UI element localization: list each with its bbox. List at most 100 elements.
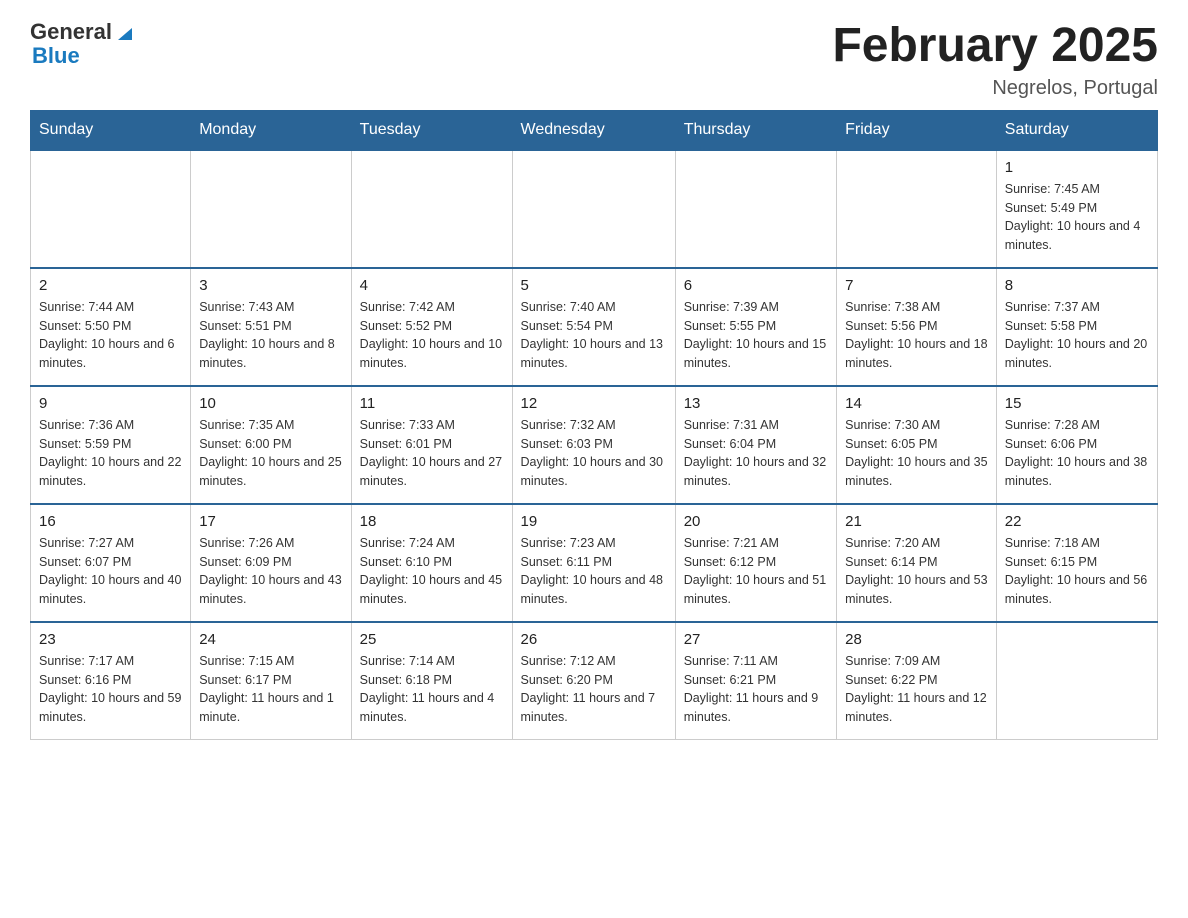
- day-info: Sunrise: 7:45 AM Sunset: 5:49 PM Dayligh…: [1005, 180, 1149, 255]
- calendar-week-1: 1 Sunrise: 7:45 AM Sunset: 5:49 PM Daylig…: [31, 150, 1158, 268]
- calendar-cell: 20Sunrise: 7:21 AM Sunset: 6:12 PM Dayli…: [675, 504, 836, 622]
- calendar-cell: [31, 150, 191, 268]
- day-info: Sunrise: 7:36 AM Sunset: 5:59 PM Dayligh…: [39, 416, 182, 491]
- day-info: Sunrise: 7:15 AM Sunset: 6:17 PM Dayligh…: [199, 652, 342, 727]
- day-number: 17: [199, 513, 342, 530]
- day-info: Sunrise: 7:14 AM Sunset: 6:18 PM Dayligh…: [360, 652, 504, 727]
- day-number: 14: [845, 395, 988, 412]
- day-number: 9: [39, 395, 182, 412]
- calendar-cell: 5 Sunrise: 7:40 AM Sunset: 5:54 PM Daylig…: [512, 268, 675, 386]
- title-area: February 2025 Negrelos, Portugal: [832, 20, 1158, 100]
- day-number: 4: [360, 277, 504, 294]
- header-day-thursday: Thursday: [675, 110, 836, 150]
- calendar-cell: 12Sunrise: 7:32 AM Sunset: 6:03 PM Dayli…: [512, 386, 675, 504]
- calendar-cell: 1 Sunrise: 7:45 AM Sunset: 5:49 PM Daylig…: [996, 150, 1157, 268]
- day-number: 7: [845, 277, 988, 294]
- calendar-cell: 26 Sunrise: 7:12 AM Sunset: 6:20 PM Dayli…: [512, 622, 675, 740]
- day-number: 1: [1005, 159, 1149, 176]
- day-info: Sunrise: 7:32 AM Sunset: 6:03 PM Dayligh…: [521, 416, 667, 491]
- calendar-cell: [191, 150, 351, 268]
- day-number: 2: [39, 277, 182, 294]
- day-info: Sunrise: 7:38 AM Sunset: 5:56 PM Dayligh…: [845, 298, 988, 373]
- day-info: Sunrise: 7:26 AM Sunset: 6:09 PM Dayligh…: [199, 534, 342, 609]
- calendar-cell: 22 Sunrise: 7:18 AM Sunset: 6:15 PM Dayli…: [996, 504, 1157, 622]
- calendar-cell: 6 Sunrise: 7:39 AM Sunset: 5:55 PM Daylig…: [675, 268, 836, 386]
- day-info: Sunrise: 7:44 AM Sunset: 5:50 PM Dayligh…: [39, 298, 182, 373]
- header-row: SundayMondayTuesdayWednesdayThursdayFrid…: [31, 110, 1158, 150]
- day-number: 5: [521, 277, 667, 294]
- header-day-saturday: Saturday: [996, 110, 1157, 150]
- calendar-week-4: 16 Sunrise: 7:27 AM Sunset: 6:07 PM Dayli…: [31, 504, 1158, 622]
- calendar-cell: 17 Sunrise: 7:26 AM Sunset: 6:09 PM Dayli…: [191, 504, 351, 622]
- calendar-cell: 10Sunrise: 7:35 AM Sunset: 6:00 PM Dayli…: [191, 386, 351, 504]
- calendar-cell: 14 Sunrise: 7:30 AM Sunset: 6:05 PM Dayli…: [837, 386, 997, 504]
- day-info: Sunrise: 7:33 AM Sunset: 6:01 PM Dayligh…: [360, 416, 504, 491]
- day-info: Sunrise: 7:18 AM Sunset: 6:15 PM Dayligh…: [1005, 534, 1149, 609]
- calendar-header: SundayMondayTuesdayWednesdayThursdayFrid…: [31, 110, 1158, 150]
- header-day-sunday: Sunday: [31, 110, 191, 150]
- calendar-cell: 27Sunrise: 7:11 AM Sunset: 6:21 PM Dayli…: [675, 622, 836, 740]
- day-number: 13: [684, 395, 828, 412]
- calendar-body: 1 Sunrise: 7:45 AM Sunset: 5:49 PM Daylig…: [31, 150, 1158, 740]
- day-info: Sunrise: 7:42 AM Sunset: 5:52 PM Dayligh…: [360, 298, 504, 373]
- day-number: 28: [845, 631, 988, 648]
- calendar-cell: 8 Sunrise: 7:37 AM Sunset: 5:58 PM Daylig…: [996, 268, 1157, 386]
- page-header: General Blue February 2025 Negrelos, Por…: [30, 20, 1158, 100]
- day-number: 8: [1005, 277, 1149, 294]
- calendar-cell: 23 Sunrise: 7:17 AM Sunset: 6:16 PM Dayli…: [31, 622, 191, 740]
- day-info: Sunrise: 7:43 AM Sunset: 5:51 PM Dayligh…: [199, 298, 342, 373]
- logo-general-text: General: [30, 20, 112, 44]
- day-number: 18: [360, 513, 504, 530]
- day-number: 15: [1005, 395, 1149, 412]
- day-info: Sunrise: 7:24 AM Sunset: 6:10 PM Dayligh…: [360, 534, 504, 609]
- logo-blue-text: Blue: [32, 44, 136, 68]
- calendar-cell: 3 Sunrise: 7:43 AM Sunset: 5:51 PM Daylig…: [191, 268, 351, 386]
- day-info: Sunrise: 7:23 AM Sunset: 6:11 PM Dayligh…: [521, 534, 667, 609]
- day-info: Sunrise: 7:39 AM Sunset: 5:55 PM Dayligh…: [684, 298, 828, 373]
- calendar-cell: 18 Sunrise: 7:24 AM Sunset: 6:10 PM Dayli…: [351, 504, 512, 622]
- day-number: 16: [39, 513, 182, 530]
- calendar-week-5: 23 Sunrise: 7:17 AM Sunset: 6:16 PM Dayli…: [31, 622, 1158, 740]
- day-number: 23: [39, 631, 182, 648]
- calendar-cell: 24Sunrise: 7:15 AM Sunset: 6:17 PM Dayli…: [191, 622, 351, 740]
- day-number: 11: [360, 395, 504, 412]
- calendar-cell: 15 Sunrise: 7:28 AM Sunset: 6:06 PM Dayli…: [996, 386, 1157, 504]
- day-info: Sunrise: 7:31 AM Sunset: 6:04 PM Dayligh…: [684, 416, 828, 491]
- calendar-cell: [675, 150, 836, 268]
- day-number: 26: [521, 631, 667, 648]
- day-number: 3: [199, 277, 342, 294]
- calendar-cell: [351, 150, 512, 268]
- day-number: 27: [684, 631, 828, 648]
- day-info: Sunrise: 7:40 AM Sunset: 5:54 PM Dayligh…: [521, 298, 667, 373]
- calendar-cell: 4 Sunrise: 7:42 AM Sunset: 5:52 PM Daylig…: [351, 268, 512, 386]
- day-info: Sunrise: 7:30 AM Sunset: 6:05 PM Dayligh…: [845, 416, 988, 491]
- day-info: Sunrise: 7:28 AM Sunset: 6:06 PM Dayligh…: [1005, 416, 1149, 491]
- day-info: Sunrise: 7:27 AM Sunset: 6:07 PM Dayligh…: [39, 534, 182, 609]
- calendar-cell: 13 Sunrise: 7:31 AM Sunset: 6:04 PM Dayli…: [675, 386, 836, 504]
- location-subtitle: Negrelos, Portugal: [832, 77, 1158, 100]
- calendar-cell: 16 Sunrise: 7:27 AM Sunset: 6:07 PM Dayli…: [31, 504, 191, 622]
- day-number: 6: [684, 277, 828, 294]
- month-title: February 2025: [832, 20, 1158, 73]
- day-info: Sunrise: 7:20 AM Sunset: 6:14 PM Dayligh…: [845, 534, 988, 609]
- calendar-cell: 11 Sunrise: 7:33 AM Sunset: 6:01 PM Dayli…: [351, 386, 512, 504]
- calendar-week-2: 2 Sunrise: 7:44 AM Sunset: 5:50 PM Daylig…: [31, 268, 1158, 386]
- day-number: 22: [1005, 513, 1149, 530]
- calendar-week-3: 9 Sunrise: 7:36 AM Sunset: 5:59 PM Daylig…: [31, 386, 1158, 504]
- calendar-cell: 7 Sunrise: 7:38 AM Sunset: 5:56 PM Daylig…: [837, 268, 997, 386]
- calendar-cell: [837, 150, 997, 268]
- day-info: Sunrise: 7:12 AM Sunset: 6:20 PM Dayligh…: [521, 652, 667, 727]
- calendar-cell: 9 Sunrise: 7:36 AM Sunset: 5:59 PM Daylig…: [31, 386, 191, 504]
- calendar-cell: 25Sunrise: 7:14 AM Sunset: 6:18 PM Dayli…: [351, 622, 512, 740]
- calendar-cell: [996, 622, 1157, 740]
- header-day-tuesday: Tuesday: [351, 110, 512, 150]
- header-day-monday: Monday: [191, 110, 351, 150]
- day-number: 19: [521, 513, 667, 530]
- calendar-cell: 28Sunrise: 7:09 AM Sunset: 6:22 PM Dayli…: [837, 622, 997, 740]
- logo: General Blue: [30, 20, 136, 68]
- day-info: Sunrise: 7:37 AM Sunset: 5:58 PM Dayligh…: [1005, 298, 1149, 373]
- day-info: Sunrise: 7:17 AM Sunset: 6:16 PM Dayligh…: [39, 652, 182, 727]
- calendar-cell: 19 Sunrise: 7:23 AM Sunset: 6:11 PM Dayli…: [512, 504, 675, 622]
- day-info: Sunrise: 7:35 AM Sunset: 6:00 PM Dayligh…: [199, 416, 342, 491]
- header-day-friday: Friday: [837, 110, 997, 150]
